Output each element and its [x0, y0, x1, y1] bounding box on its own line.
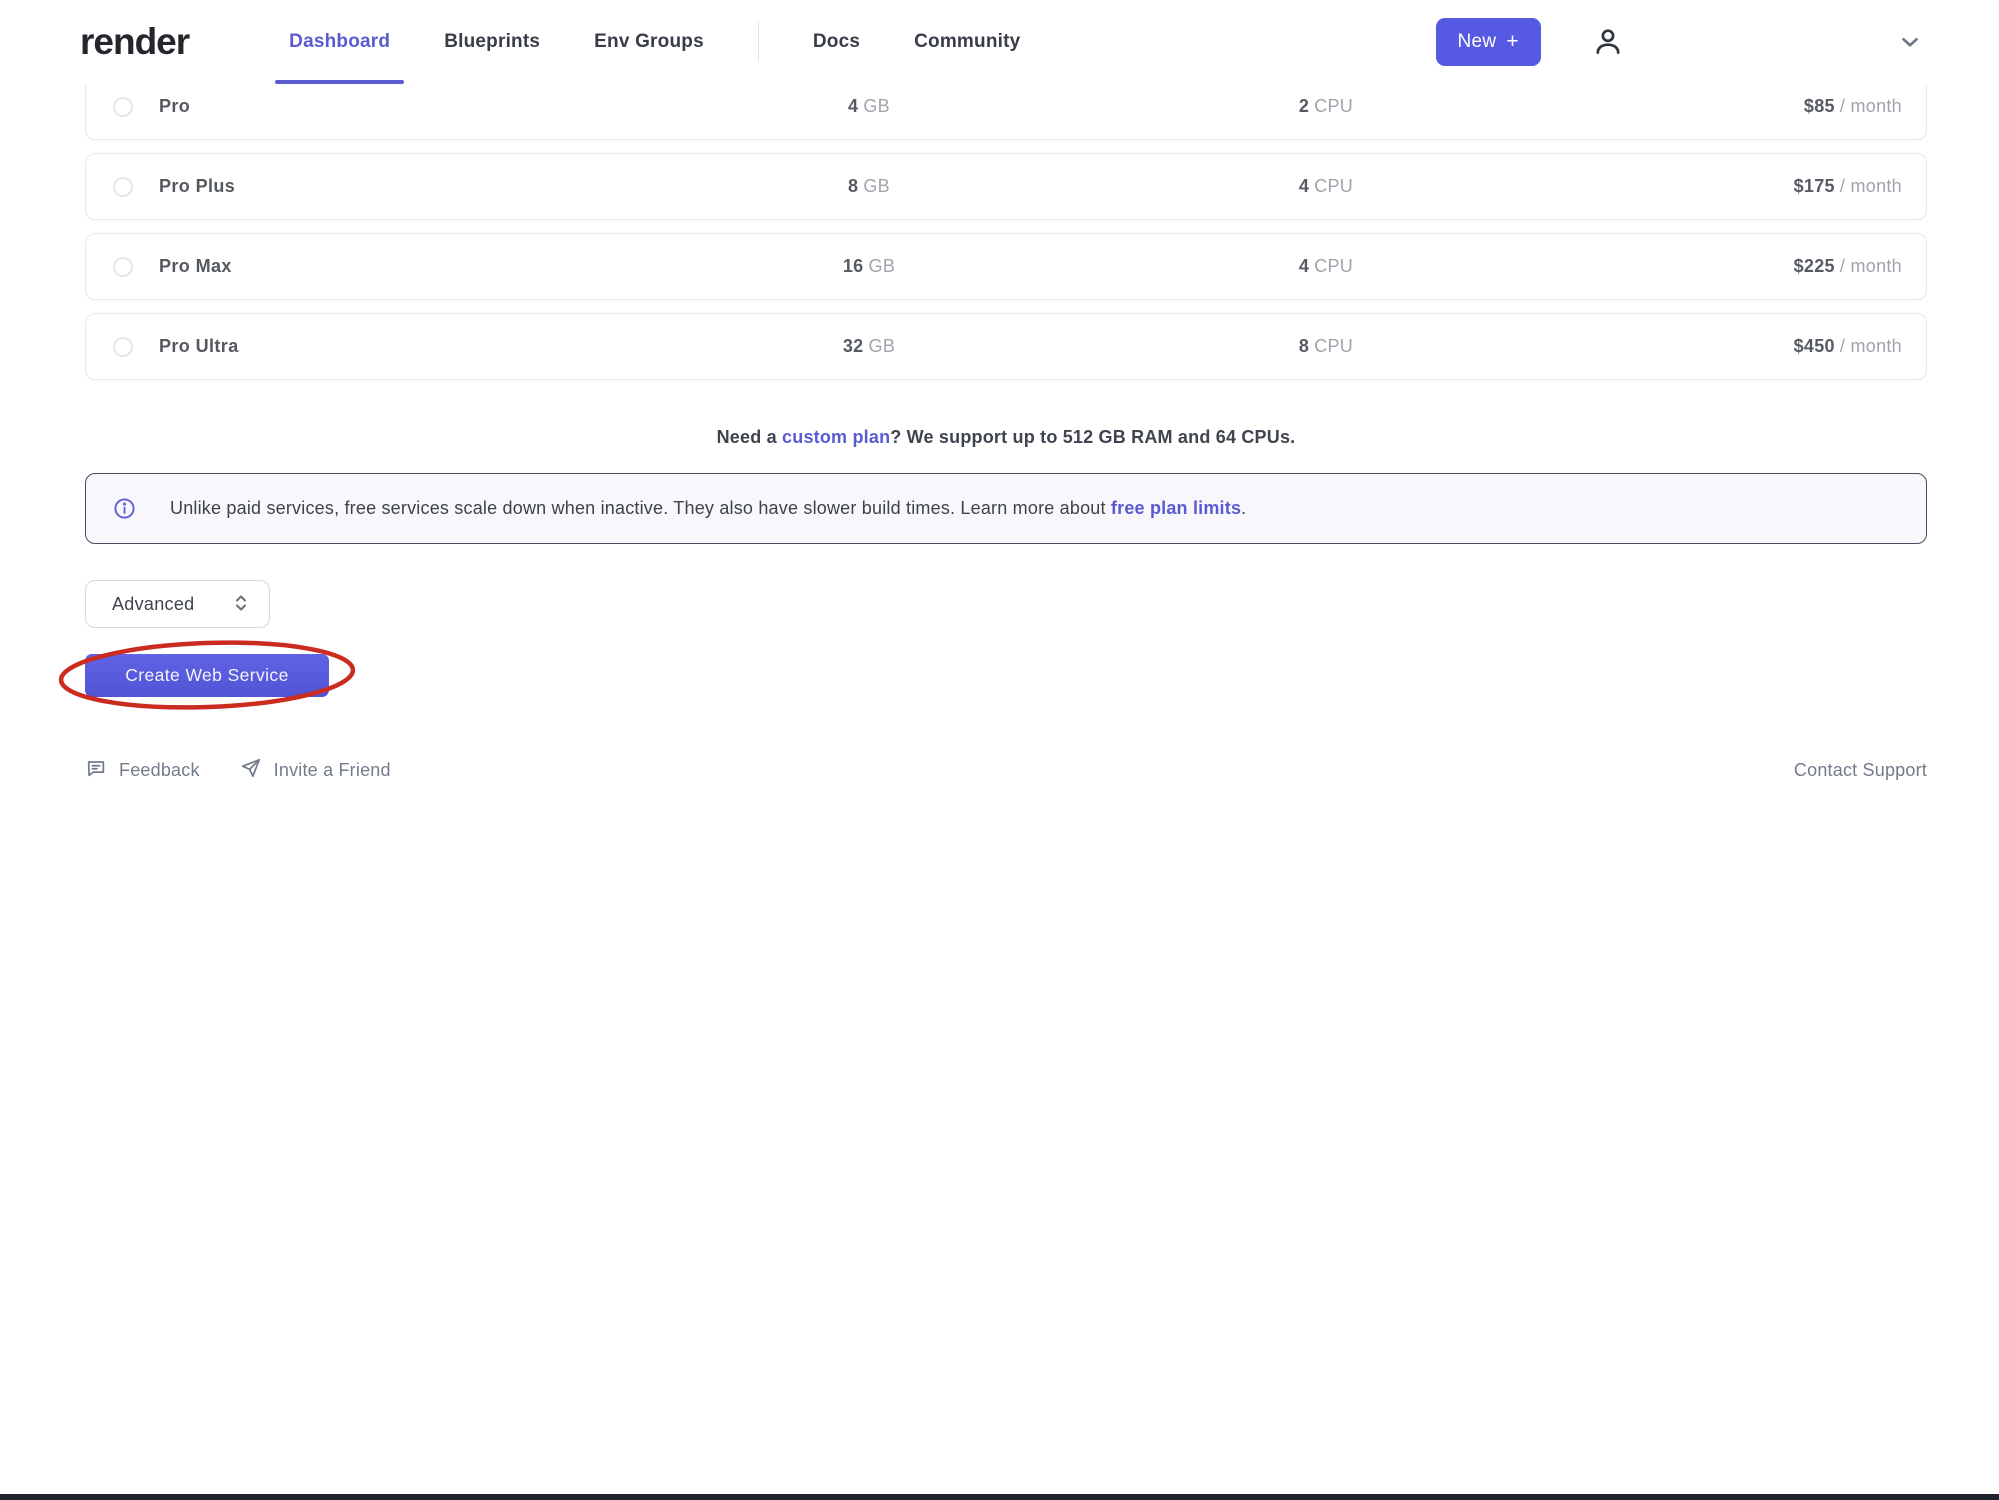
- custom-plan-note: Need a custom plan? We support up to 512…: [85, 427, 1927, 448]
- bottom-edge-bar: [0, 1494, 1999, 1500]
- plan-price: $85 / month: [1446, 96, 1902, 117]
- feedback-link[interactable]: Feedback: [85, 757, 200, 784]
- top-navigation-bar: render Dashboard Blueprints Env Groups D…: [0, 0, 1999, 84]
- ram-value: 32: [843, 336, 864, 356]
- nav-divider: [758, 22, 759, 62]
- ram-value: 4: [848, 96, 858, 116]
- cpu-value: 2: [1299, 96, 1309, 116]
- ram-unit: GB: [863, 96, 890, 116]
- plan-ram: 8 GB: [749, 176, 989, 197]
- price-value: $85: [1804, 96, 1835, 116]
- custom-plan-text-after: ? We support up to 512 GB RAM and 64 CPU…: [890, 427, 1295, 447]
- radio-button[interactable]: [113, 177, 133, 197]
- price-suffix: / month: [1840, 176, 1902, 196]
- plan-cpu: 2 CPU: [1206, 96, 1446, 117]
- new-button[interactable]: New +: [1436, 18, 1542, 66]
- plan-selection-section: Pro 4 GB 2 CPU $85 / month Pro Plus 8 GB: [85, 84, 1927, 784]
- create-web-service-button[interactable]: Create Web Service: [85, 654, 329, 697]
- plan-ram: 16 GB: [749, 256, 989, 277]
- create-button-area: Create Web Service: [85, 654, 329, 697]
- nav-item-blueprints[interactable]: Blueprints: [444, 0, 540, 84]
- plan-price: $175 / month: [1446, 176, 1902, 197]
- invite-friend-link[interactable]: Invite a Friend: [240, 757, 391, 784]
- invite-friend-label: Invite a Friend: [274, 760, 391, 781]
- cpu-unit: CPU: [1314, 96, 1353, 116]
- plan-ram: 4 GB: [749, 96, 989, 117]
- plan-price: $225 / month: [1446, 256, 1902, 277]
- notice-text-before: Unlike paid services, free services scal…: [170, 498, 1111, 518]
- notice-text-after: .: [1241, 498, 1246, 518]
- nav-item-dashboard[interactable]: Dashboard: [289, 0, 390, 84]
- plan-cpu: 4 CPU: [1206, 176, 1446, 197]
- advanced-toggle[interactable]: Advanced: [85, 580, 270, 628]
- price-value: $450: [1794, 336, 1835, 356]
- plan-name: Pro Max: [159, 256, 749, 277]
- ram-value: 16: [843, 256, 864, 276]
- contact-support-link[interactable]: Contact Support: [1794, 760, 1927, 781]
- primary-nav: Dashboard Blueprints Env Groups Docs Com…: [289, 0, 1020, 84]
- plan-list: Pro 4 GB 2 CPU $85 / month Pro Plus 8 GB: [85, 84, 1927, 393]
- new-button-label: New: [1458, 31, 1497, 53]
- nav-item-env-groups[interactable]: Env Groups: [594, 0, 704, 84]
- cpu-value: 4: [1299, 176, 1309, 196]
- plan-name: Pro Ultra: [159, 336, 749, 357]
- free-plan-limits-link[interactable]: free plan limits: [1111, 498, 1241, 518]
- cpu-value: 4: [1299, 256, 1309, 276]
- ram-unit: GB: [869, 336, 896, 356]
- page-footer: Feedback Invite a Friend Contact Support: [85, 757, 1927, 784]
- price-value: $225: [1794, 256, 1835, 276]
- nav-item-community[interactable]: Community: [914, 0, 1020, 84]
- price-suffix: / month: [1840, 336, 1902, 356]
- plan-row-pro-plus[interactable]: Pro Plus 8 GB 4 CPU $175 / month: [85, 153, 1927, 220]
- price-value: $175: [1794, 176, 1835, 196]
- plan-row-pro[interactable]: Pro 4 GB 2 CPU $85 / month: [85, 84, 1927, 140]
- plus-icon: +: [1506, 30, 1519, 54]
- plan-ram: 32 GB: [749, 336, 989, 357]
- radio-button[interactable]: [113, 97, 133, 117]
- radio-button[interactable]: [113, 337, 133, 357]
- plan-cpu: 4 CPU: [1206, 256, 1446, 277]
- cpu-value: 8: [1299, 336, 1309, 356]
- plan-name: Pro Plus: [159, 176, 749, 197]
- price-suffix: / month: [1840, 256, 1902, 276]
- paper-plane-icon: [240, 757, 262, 784]
- ram-unit: GB: [863, 176, 890, 196]
- unfold-updown-icon: [231, 592, 251, 617]
- radio-button[interactable]: [113, 257, 133, 277]
- cpu-unit: CPU: [1314, 336, 1353, 356]
- free-plan-notice-banner: Unlike paid services, free services scal…: [85, 473, 1927, 544]
- cpu-unit: CPU: [1314, 256, 1353, 276]
- custom-plan-link[interactable]: custom plan: [782, 427, 890, 447]
- plan-cpu: 8 CPU: [1206, 336, 1446, 357]
- account-profile-icon[interactable]: [1591, 25, 1625, 59]
- info-icon: [113, 497, 136, 520]
- plan-row-pro-max[interactable]: Pro Max 16 GB 4 CPU $225 / month: [85, 233, 1927, 300]
- custom-plan-text-before: Need a: [717, 427, 782, 447]
- plan-name: Pro: [159, 96, 749, 117]
- cpu-unit: CPU: [1314, 176, 1353, 196]
- plan-price: $450 / month: [1446, 336, 1902, 357]
- feedback-label: Feedback: [119, 760, 200, 781]
- nav-item-docs[interactable]: Docs: [813, 0, 860, 84]
- ram-unit: GB: [869, 256, 896, 276]
- notice-text: Unlike paid services, free services scal…: [170, 498, 1246, 519]
- feedback-bubble-icon: [85, 757, 107, 784]
- chevron-down-icon[interactable]: [1897, 29, 1923, 55]
- plan-row-pro-ultra[interactable]: Pro Ultra 32 GB 8 CPU $450 / month: [85, 313, 1927, 380]
- render-logo[interactable]: render: [80, 21, 189, 63]
- header-right-cluster: New +: [1436, 18, 1924, 66]
- price-suffix: / month: [1840, 96, 1902, 116]
- ram-value: 8: [848, 176, 858, 196]
- advanced-label: Advanced: [112, 594, 194, 615]
